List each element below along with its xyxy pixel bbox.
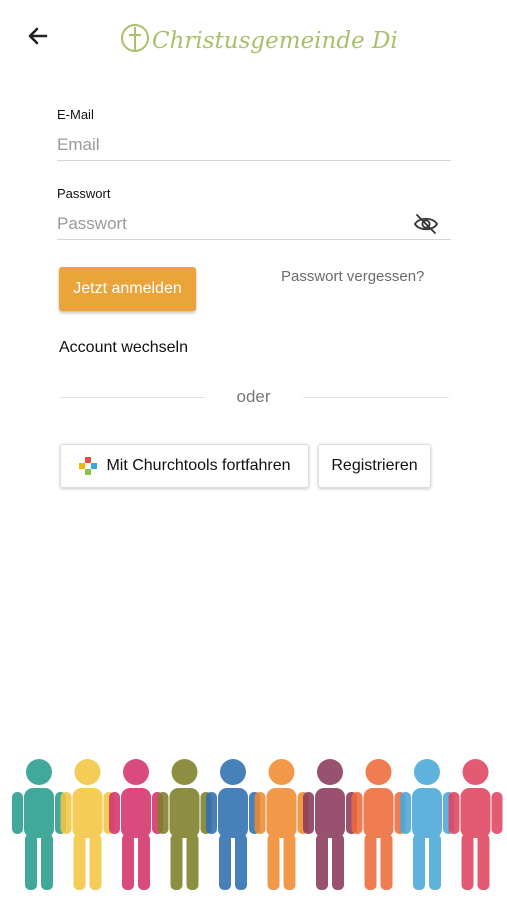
person-figure	[254, 759, 309, 890]
person-figure	[109, 759, 163, 890]
register-button[interactable]: Registrieren	[318, 444, 431, 488]
churchtools-login-label: Mit Churchtools fortfahren	[106, 457, 291, 474]
password-label: Passwort	[57, 186, 111, 201]
eye-off-icon	[413, 214, 439, 234]
password-field[interactable]	[57, 208, 451, 240]
person-figure	[60, 759, 115, 890]
churchtools-login-button[interactable]: Mit Churchtools fortfahren	[60, 444, 309, 488]
divider-line-right	[303, 397, 449, 398]
email-label: E-Mail	[57, 107, 94, 122]
churchtools-cross-icon	[79, 457, 98, 475]
person-figure	[12, 759, 66, 890]
login-button[interactable]: Jetzt anmelden	[59, 267, 196, 311]
forgot-password-link[interactable]: Passwort vergessen?	[281, 268, 424, 285]
password-visibility-toggle[interactable]	[412, 212, 440, 236]
person-figure	[400, 759, 454, 890]
church-logo: Christusgemeinde Diespeck	[121, 24, 398, 54]
person-figure	[206, 759, 260, 890]
people-illustration	[12, 759, 503, 890]
switch-account-link[interactable]: Account wechseln	[59, 339, 188, 357]
person-figure	[448, 759, 503, 890]
person-figure	[351, 759, 406, 890]
person-figure	[303, 759, 357, 890]
back-button[interactable]	[22, 20, 54, 52]
logo-text: Christusgemeinde Diespeck	[152, 28, 398, 54]
arrow-left-icon	[28, 27, 48, 45]
person-figure	[157, 759, 212, 890]
email-field[interactable]	[57, 129, 451, 161]
